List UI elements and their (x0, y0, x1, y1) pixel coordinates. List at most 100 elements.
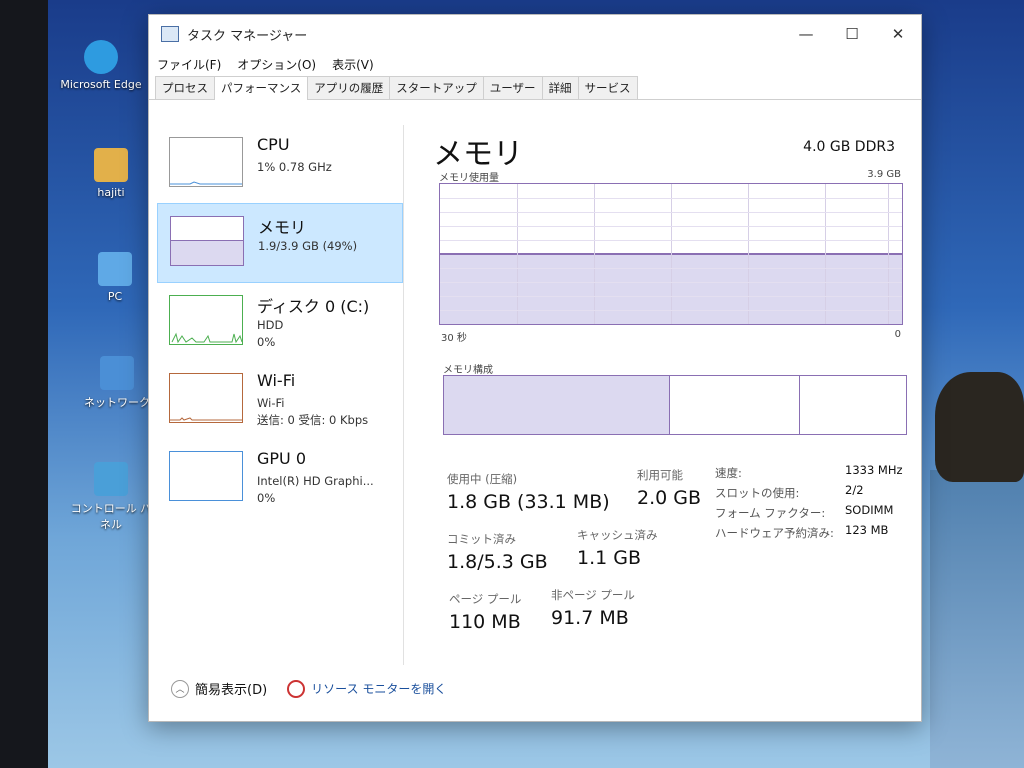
memory-usage-max: 3.9 GB (867, 169, 901, 180)
tab-startup[interactable]: スタートアップ (389, 76, 484, 99)
tab-performance[interactable]: パフォーマンス (214, 76, 309, 100)
speed-value: 1333 MHz (845, 463, 903, 477)
resource-name: GPU 0 (257, 449, 307, 468)
resource-monitor-icon (287, 679, 306, 698)
menu-options[interactable]: オプション(O) (237, 56, 316, 73)
resource-name: メモリ (258, 218, 307, 237)
menu-bar: ファイル(F) オプション(O) 表示(V) (149, 53, 921, 75)
desktop-icon-user[interactable]: hajiti (66, 148, 156, 199)
resource-sub: 1% 0.78 GHz (257, 160, 332, 174)
minimize-button[interactable]: — (783, 16, 829, 52)
resource-sub: HDD 0% (257, 317, 283, 351)
composition-in-use (444, 376, 671, 434)
memory-title: メモリ (433, 137, 523, 172)
cached-label: キャッシュ済み (577, 528, 658, 542)
desktop-icon-control-panel[interactable]: コントロール パネル (66, 462, 156, 532)
committed-value: 1.8/5.3 GB (447, 551, 548, 573)
tab-strip: プロセス パフォーマンス アプリの履歴 スタートアップ ユーザー 詳細 サービス (149, 75, 921, 100)
wallpaper-rock (935, 372, 1024, 482)
desktop-icon-label: hajiti (97, 186, 125, 199)
resource-monitor-label: リソース モニターを開く (311, 682, 447, 696)
wifi-thumbnail (169, 373, 243, 423)
resource-sub-line: 0% (257, 335, 276, 349)
screen-bezel (0, 0, 48, 768)
desktop-icon-label: ネットワーク (84, 396, 150, 409)
desktop-icon-edge[interactable]: Microsoft Edge (56, 40, 146, 91)
resource-monitor-link[interactable]: リソース モニターを開く (287, 679, 447, 698)
form-factor-key: フォーム ファクター: (715, 506, 826, 520)
paged-pool-label: ページ プール (449, 592, 522, 606)
memory-usage-chart (439, 183, 903, 325)
tab-app-history[interactable]: アプリの履歴 (307, 76, 391, 99)
memory-composition-bar (443, 375, 907, 435)
resource-item-disk[interactable]: ディスク 0 (C:) HDD 0% (157, 283, 403, 361)
resource-name: Wi-Fi (257, 371, 296, 390)
tab-processes[interactable]: プロセス (155, 76, 215, 99)
committed-label: コミット済み (447, 532, 516, 546)
nonpaged-pool-value: 91.7 MB (551, 607, 629, 629)
in-use-label: 使用中 (圧縮) (447, 472, 518, 486)
edge-icon (84, 40, 118, 74)
fewer-details-link[interactable]: 簡易表示(D) (195, 679, 267, 698)
control-panel-icon (94, 462, 128, 496)
resource-sub-line: 0% (257, 491, 276, 505)
resource-item-wifi[interactable]: Wi-Fi Wi-Fi 送信: 0 受信: 0 Kbps (157, 361, 403, 439)
resource-name: ディスク 0 (C:) (257, 297, 370, 316)
paged-pool-value: 110 MB (449, 611, 521, 633)
title-bar[interactable]: タスク マネージャー — ☐ ✕ (149, 15, 921, 53)
available-value: 2.0 GB (637, 487, 702, 509)
footer-bar: ︿ 簡易表示(D) リソース モニターを開く (171, 679, 446, 698)
in-use-value: 1.8 GB (33.1 MB) (447, 491, 610, 513)
slots-key: スロットの使用: (715, 486, 800, 500)
resource-list: CPU 1% 0.78 GHz メモリ 1.9/3.9 GB (49%) ディス… (157, 125, 404, 665)
speed-key: 速度: (715, 466, 742, 480)
tab-users[interactable]: ユーザー (482, 76, 543, 99)
memory-usage-label: メモリ使用量 (439, 173, 499, 184)
hardware-reserved-value: 123 MB (845, 523, 889, 537)
desktop-icon-pc[interactable]: PC (70, 252, 160, 303)
disk-thumbnail (169, 295, 243, 345)
resource-sub-line: Intel(R) HD Graphi... (257, 474, 374, 488)
memory-composition-label: メモリ構成 (443, 365, 493, 376)
hardware-reserved-key: ハードウェア予約済み: (715, 526, 834, 540)
composition-free (800, 376, 906, 434)
maximize-button[interactable]: ☐ (829, 16, 875, 52)
task-manager-icon (161, 26, 179, 42)
close-button[interactable]: ✕ (875, 16, 921, 52)
slots-value: 2/2 (845, 483, 864, 497)
task-manager-window: タスク マネージャー — ☐ ✕ ファイル(F) オプション(O) 表示(V) … (148, 14, 922, 722)
resource-name: CPU (257, 135, 290, 154)
desktop-icon-label: Microsoft Edge (60, 78, 142, 91)
memory-detail-pane: メモリ 4.0 GB DDR3 メモリ使用量 3.9 GB 30 秒 0 メモリ… (425, 125, 907, 705)
desktop-icon-label: コントロール パネル (70, 502, 152, 531)
tab-details[interactable]: 詳細 (541, 76, 579, 99)
chevron-up-icon[interactable]: ︿ (171, 679, 189, 698)
pc-icon (98, 252, 132, 286)
composition-standby (670, 376, 801, 434)
menu-view[interactable]: 表示(V) (332, 56, 374, 73)
memory-thumbnail (170, 216, 244, 266)
tab-services[interactable]: サービス (577, 76, 638, 99)
desktop-icon-label: PC (107, 290, 123, 303)
resource-sub-line: Wi-Fi (257, 396, 285, 410)
chart-time-right: 0 (894, 329, 901, 340)
wallpaper-sea (930, 470, 1024, 768)
memory-type: 4.0 GB DDR3 (803, 139, 895, 155)
resource-sub: 1.9/3.9 GB (49%) (258, 239, 358, 253)
network-icon (100, 356, 134, 390)
resource-sub: Wi-Fi 送信: 0 受信: 0 Kbps (257, 395, 368, 429)
gpu-thumbnail (169, 451, 243, 501)
menu-file[interactable]: ファイル(F) (157, 56, 221, 73)
nonpaged-pool-label: 非ページ プール (551, 588, 635, 602)
resource-sub-line: HDD (257, 318, 284, 332)
form-factor-value: SODIMM (845, 503, 894, 517)
resource-item-gpu[interactable]: GPU 0 Intel(R) HD Graphi... 0% (157, 439, 403, 517)
resource-item-memory[interactable]: メモリ 1.9/3.9 GB (49%) (157, 203, 403, 283)
chart-time-left: 30 秒 (441, 333, 467, 344)
resource-sub: Intel(R) HD Graphi... 0% (257, 473, 374, 507)
resource-sub-line: 送信: 0 受信: 0 Kbps (257, 413, 369, 427)
window-title: タスク マネージャー (187, 28, 308, 44)
resource-item-cpu[interactable]: CPU 1% 0.78 GHz (157, 125, 403, 203)
available-label: 利用可能 (637, 468, 683, 482)
cpu-thumbnail (169, 137, 243, 187)
